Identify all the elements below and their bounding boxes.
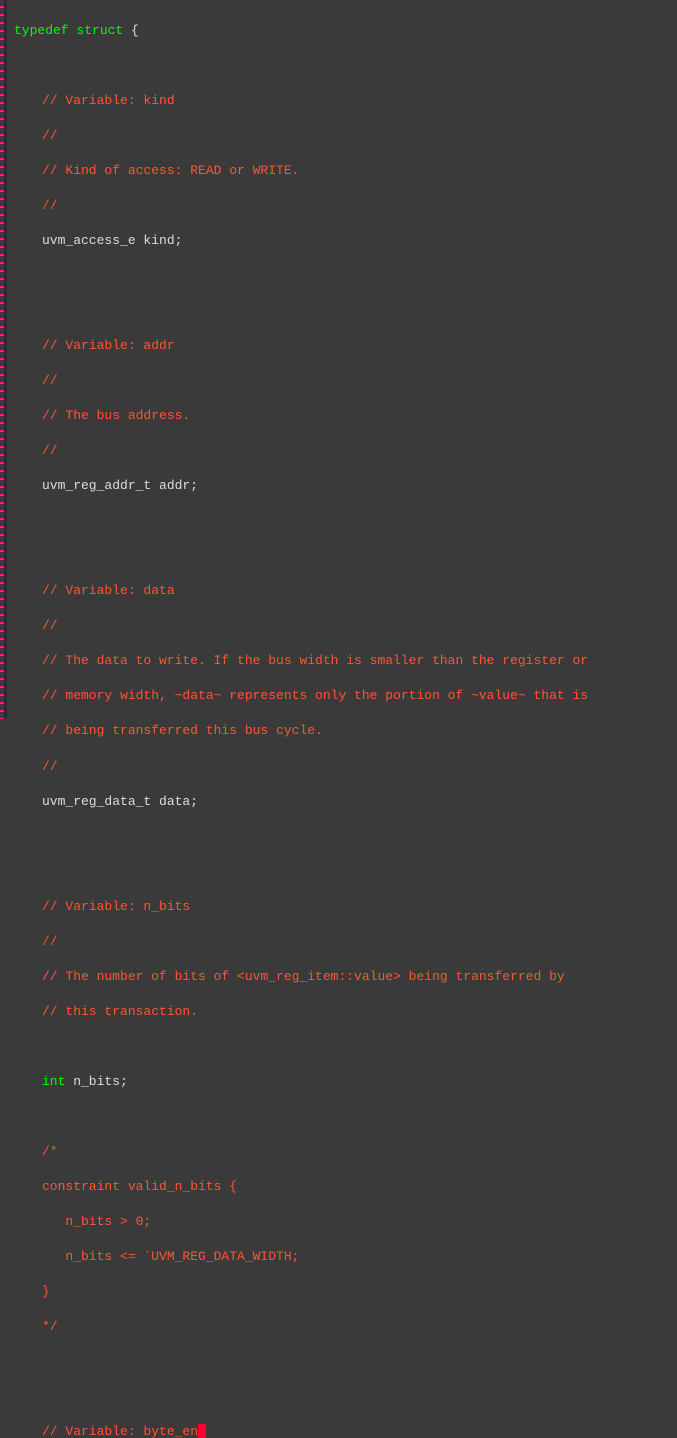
code-line[interactable]: // this transaction.	[14, 1003, 671, 1021]
comment: //	[42, 198, 58, 213]
comment: // The bus address.	[42, 408, 190, 423]
code-line[interactable]: constraint valid_n_bits {	[14, 1178, 671, 1196]
code-line[interactable]: }	[14, 1283, 671, 1301]
keyword: int	[42, 1074, 65, 1089]
code-line[interactable]	[14, 863, 671, 881]
identifier: kind;	[143, 233, 182, 248]
code-line[interactable]: //	[14, 127, 671, 145]
comment: */	[42, 1319, 58, 1334]
code-line[interactable]: n_bits > 0;	[14, 1213, 671, 1231]
comment: //	[42, 934, 58, 949]
comment: }	[42, 1284, 50, 1299]
code-line[interactable]: //	[14, 758, 671, 776]
code-editor[interactable]: typedef struct { // Variable: kind // //…	[8, 0, 677, 1438]
comment: // Variable: kind	[42, 93, 175, 108]
keyword: struct	[76, 23, 123, 38]
text-cursor	[198, 1424, 206, 1438]
comment: //	[42, 759, 58, 774]
code-line[interactable]	[14, 302, 671, 320]
code-line[interactable]	[14, 267, 671, 285]
type: uvm_reg_addr_t	[42, 478, 159, 493]
identifier: n_bits;	[65, 1074, 127, 1089]
comment: // Variable: data	[42, 583, 175, 598]
code-line[interactable]: */	[14, 1318, 671, 1336]
code-line[interactable]: // The bus address.	[14, 407, 671, 425]
comment: n_bits > 0;	[42, 1214, 151, 1229]
code-line[interactable]: /*	[14, 1143, 671, 1161]
comment: // Variable: n_bits	[42, 899, 190, 914]
code-line[interactable]: uvm_reg_addr_t addr;	[14, 477, 671, 495]
code-line[interactable]: // The data to write. If the bus width i…	[14, 652, 671, 670]
comment: /*	[42, 1144, 58, 1159]
identifier: addr;	[159, 478, 198, 493]
code-line[interactable]	[14, 828, 671, 846]
code-line[interactable]: //	[14, 197, 671, 215]
fold-gutter	[4, 0, 7, 719]
code-line[interactable]: // memory width, ~data~ represents only …	[14, 687, 671, 705]
code-line[interactable]: uvm_reg_data_t data;	[14, 793, 671, 811]
code-line[interactable]: n_bits <= `UVM_REG_DATA_WIDTH;	[14, 1248, 671, 1266]
code-line[interactable]	[14, 547, 671, 565]
code-line[interactable]: int n_bits;	[14, 1073, 671, 1091]
code-line[interactable]	[14, 1108, 671, 1126]
code-line[interactable]: // Variable: kind	[14, 92, 671, 110]
code-line[interactable]: // Variable: addr	[14, 337, 671, 355]
code-line[interactable]: //	[14, 372, 671, 390]
comment: // being transferred this bus cycle.	[42, 723, 323, 738]
code-line[interactable]	[14, 1038, 671, 1056]
type: uvm_reg_data_t	[42, 794, 159, 809]
code-line[interactable]	[14, 1388, 671, 1406]
code-line[interactable]: // Variable: n_bits	[14, 898, 671, 916]
comment: //	[42, 618, 58, 633]
comment: // Kind of access: READ or WRITE.	[42, 163, 299, 178]
comment: constraint valid_n_bits {	[42, 1179, 237, 1194]
keyword: typedef	[14, 23, 69, 38]
comment: // this transaction.	[42, 1004, 198, 1019]
code-line[interactable]: // Variable: data	[14, 582, 671, 600]
comment: // The number of bits of <uvm_reg_item::…	[42, 969, 565, 984]
code-line[interactable]: typedef struct {	[14, 22, 671, 40]
comment: //	[42, 373, 58, 388]
code-line[interactable]	[14, 512, 671, 530]
code-line[interactable]: // The number of bits of <uvm_reg_item::…	[14, 968, 671, 986]
comment: //	[42, 443, 58, 458]
code-line[interactable]: // Variable: byte_en	[14, 1423, 671, 1438]
comment: // Variable: byte_en	[42, 1424, 198, 1438]
comment: // memory width, ~data~ represents only …	[42, 688, 588, 703]
code-line[interactable]: //	[14, 617, 671, 635]
code-line[interactable]: //	[14, 933, 671, 951]
comment: //	[42, 128, 58, 143]
code-line[interactable]: uvm_access_e kind;	[14, 232, 671, 250]
comment: n_bits <= `UVM_REG_DATA_WIDTH;	[42, 1249, 299, 1264]
code-line[interactable]: // being transferred this bus cycle.	[14, 722, 671, 740]
type: uvm_access_e	[42, 233, 143, 248]
code-line[interactable]	[14, 1353, 671, 1371]
comment: // The data to write. If the bus width i…	[42, 653, 588, 668]
code-line[interactable]	[14, 57, 671, 75]
identifier: data;	[159, 794, 198, 809]
code-line[interactable]: // Kind of access: READ or WRITE.	[14, 162, 671, 180]
comment: // Variable: addr	[42, 338, 175, 353]
code-line[interactable]: //	[14, 442, 671, 460]
